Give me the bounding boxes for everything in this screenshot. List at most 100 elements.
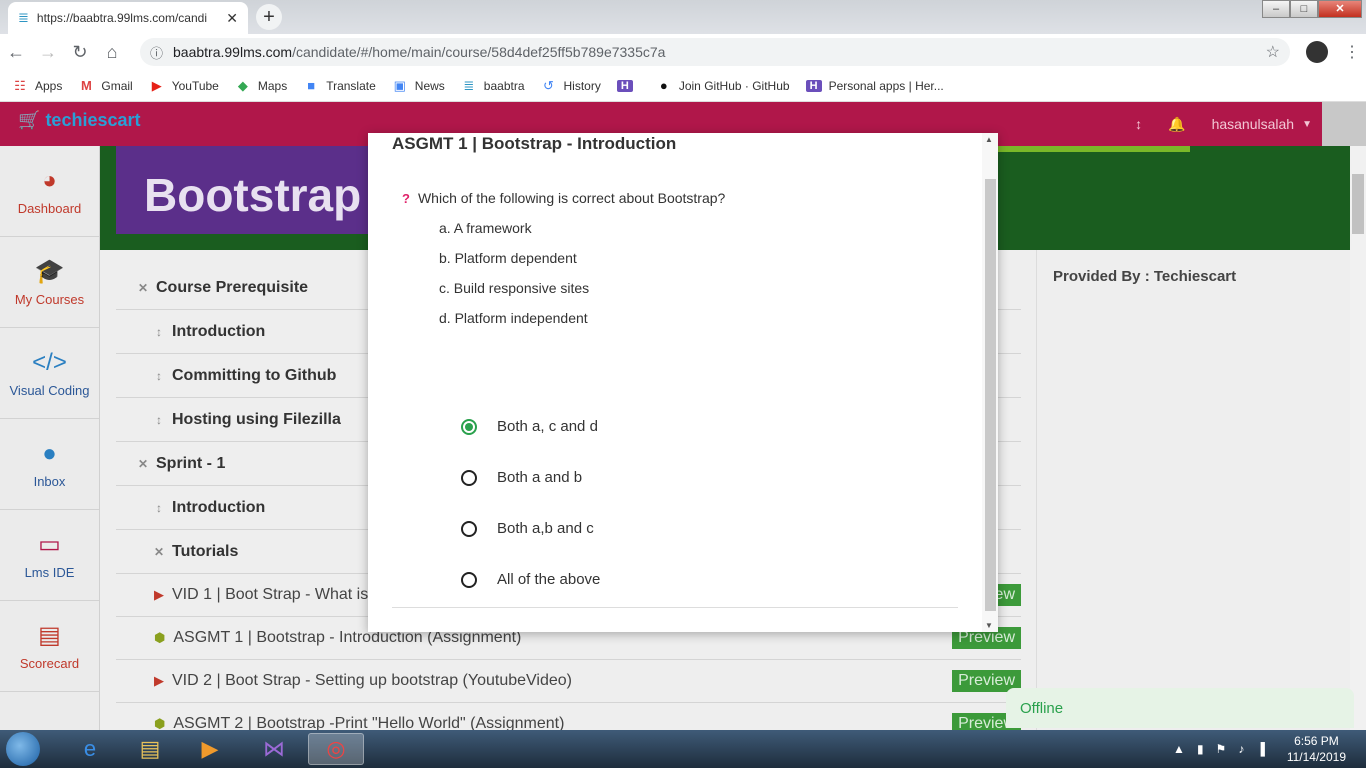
radio[interactable] (461, 469, 477, 486)
assignment-modal: ASGMT 1 | Bootstrap - Introduction ? Whi… (368, 133, 998, 632)
scrollbar-thumb[interactable] (985, 179, 996, 611)
ide-icon: ▭ (38, 531, 61, 558)
answer-option-1[interactable]: Both a, c and d (461, 418, 598, 435)
sort-icon: ↕ (156, 500, 162, 515)
tab-title: https://baabtra.99lms.com/candi (36, 11, 207, 25)
modal-scrollbar[interactable]: ▲ ▼ (982, 133, 998, 632)
bookmark-translate[interactable]: ■ Translate (303, 78, 376, 93)
new-tab-button[interactable]: + (256, 4, 282, 30)
history-icon: ↺ (543, 77, 554, 93)
sidebar-item-visual-coding[interactable]: </> Visual Coding (0, 328, 99, 419)
network-icon[interactable]: ▐ (1256, 742, 1265, 756)
user-avatar[interactable] (1322, 102, 1366, 146)
bookmark-gmail[interactable]: M Gmail (78, 78, 133, 93)
book-icon: ▤ (38, 622, 61, 649)
folder-icon[interactable]: ▤ (122, 733, 178, 765)
bell-icon[interactable]: 🔔 (1168, 116, 1185, 133)
visual-studio-icon[interactable]: ⋈ (246, 733, 302, 765)
gmail-icon: M (80, 78, 92, 93)
maximize-button[interactable]: □ (1290, 0, 1318, 18)
reload-icon[interactable]: ↻ (64, 42, 96, 63)
forward-icon[interactable]: → (32, 42, 64, 63)
list-item[interactable]: ▶ VID 2 | Boot Strap - Setting up bootstr… (116, 660, 1021, 703)
sidebar-item-lms-ide[interactable]: ▭ Lms IDE (0, 510, 99, 601)
cart-icon: 🛒 (18, 110, 41, 130)
chat-icon: ● (42, 439, 57, 467)
browser-menu-icon[interactable]: ⋮ (1344, 42, 1360, 62)
assignment-icon: ⬢ (154, 716, 166, 730)
bookmark-baabtra[interactable]: ≣ baabtra (461, 77, 524, 94)
answer-option-3[interactable]: Both a,b and c (461, 520, 594, 537)
close-tab-icon[interactable]: ✕ (226, 10, 238, 27)
sort-icon: ↕ (156, 324, 162, 339)
address-bar-row: ← → ↻ ⌂ ⓘ baabtra.99lms.com /candidate/#… (0, 34, 1366, 70)
divider (392, 607, 958, 608)
dashboard-icon: ◕ (42, 166, 57, 194)
url-host: baabtra.99lms.com (173, 44, 293, 60)
translate-icon: ■ (307, 78, 316, 93)
power-icon[interactable]: ▮ (1197, 742, 1204, 756)
ie-icon[interactable]: e (62, 733, 118, 765)
collapse-icon: ✕ (153, 544, 165, 559)
bookmark-history[interactable]: ↺ History (541, 78, 601, 94)
sort-icon: ↕ (156, 412, 162, 427)
baabtra-favicon-icon: ≣ (18, 10, 29, 25)
username[interactable]: hasanulsalah (1212, 116, 1295, 132)
sidebar: ◕ Dashboard 🎓 My Courses </> Visual Coding … (0, 146, 100, 730)
volume-icon[interactable]: ♪ (1238, 742, 1244, 756)
radio[interactable] (461, 520, 477, 537)
assignment-icon: ⬢ (154, 630, 166, 645)
chat-status-widget[interactable]: Offline (1006, 688, 1354, 728)
chevron-down-icon[interactable]: ▼ (1302, 119, 1312, 130)
list-item[interactable]: ⬢ ASGMT 2 | Bootstrap -Print "Hello World… (116, 703, 1021, 730)
media-player-icon[interactable]: ▶ (182, 733, 238, 765)
bookmark-github[interactable]: ● Join GitHub · GitHub (656, 78, 790, 93)
sidebar-item-my-courses[interactable]: 🎓 My Courses (0, 237, 99, 328)
radio-selected[interactable] (461, 418, 477, 435)
home-icon[interactable]: ⌂ (96, 42, 128, 63)
news-icon: ▣ (393, 77, 406, 93)
statement-a: a. A framework (439, 220, 532, 236)
radio[interactable] (461, 571, 477, 588)
sidebar-item-inbox[interactable]: ● Inbox (0, 419, 99, 510)
collapse-icon: ✕ (137, 280, 149, 295)
github-icon: ● (659, 78, 668, 93)
profile-avatar[interactable] (1306, 41, 1328, 63)
sort-arrows-icon[interactable]: ↕ (1135, 116, 1142, 132)
flag-icon[interactable]: ⚑ (1216, 742, 1227, 756)
scrollbar-thumb[interactable] (1352, 174, 1364, 234)
heroku-icon: H (805, 79, 822, 92)
url-field[interactable]: ⓘ baabtra.99lms.com /candidate/#/home/ma… (140, 38, 1290, 66)
question: ? Which of the following is correct abou… (402, 190, 726, 206)
tray-expand-icon[interactable]: ▲ (1173, 742, 1185, 756)
bookmark-youtube[interactable]: ▶ YouTube (149, 78, 219, 94)
sidebar-item-scorecard[interactable]: ▤ Scorecard (0, 601, 99, 692)
statement-c: c. Build responsive sites (439, 280, 590, 296)
youtube-icon: ▶ (154, 673, 164, 688)
bookmark-heroku[interactable]: H Personal apps | Her... (805, 79, 944, 93)
close-window-button[interactable]: ✕ (1318, 0, 1362, 18)
baabtra-icon: ≣ (463, 77, 475, 93)
scroll-up-icon[interactable]: ▲ (985, 135, 993, 144)
page-scrollbar[interactable] (1350, 146, 1366, 730)
clock[interactable]: 6:56 PM 11/14/2019 (1287, 733, 1346, 765)
bookmark-star-icon[interactable]: ☆ (1266, 42, 1280, 62)
back-icon[interactable]: ← (0, 42, 32, 63)
bookmark-apps[interactable]: ☷ Apps (12, 78, 62, 94)
bookmark-h[interactable]: H (616, 79, 640, 92)
start-button[interactable] (6, 732, 40, 766)
bookmark-h-icon: H (616, 79, 633, 92)
answer-option-2[interactable]: Both a and b (461, 469, 582, 486)
code-icon: </> (32, 348, 67, 376)
answer-option-4[interactable]: All of the above (461, 571, 600, 588)
minimize-button[interactable]: – (1262, 0, 1290, 18)
browser-tab[interactable]: ≣ https://baabtra.99lms.com/candi ✕ (8, 2, 248, 34)
chrome-icon[interactable]: ◎ (308, 733, 364, 765)
app-logo[interactable]: 🛒 techiescart (18, 110, 141, 131)
site-info-icon[interactable]: ⓘ (150, 43, 163, 62)
question-text: Which of the following is correct about … (417, 190, 726, 206)
bookmark-news[interactable]: ▣ News (392, 78, 445, 94)
sidebar-item-dashboard[interactable]: ◕ Dashboard (0, 146, 99, 237)
bookmark-maps[interactable]: ◆ Maps (235, 78, 287, 94)
scroll-down-icon[interactable]: ▼ (985, 621, 993, 630)
